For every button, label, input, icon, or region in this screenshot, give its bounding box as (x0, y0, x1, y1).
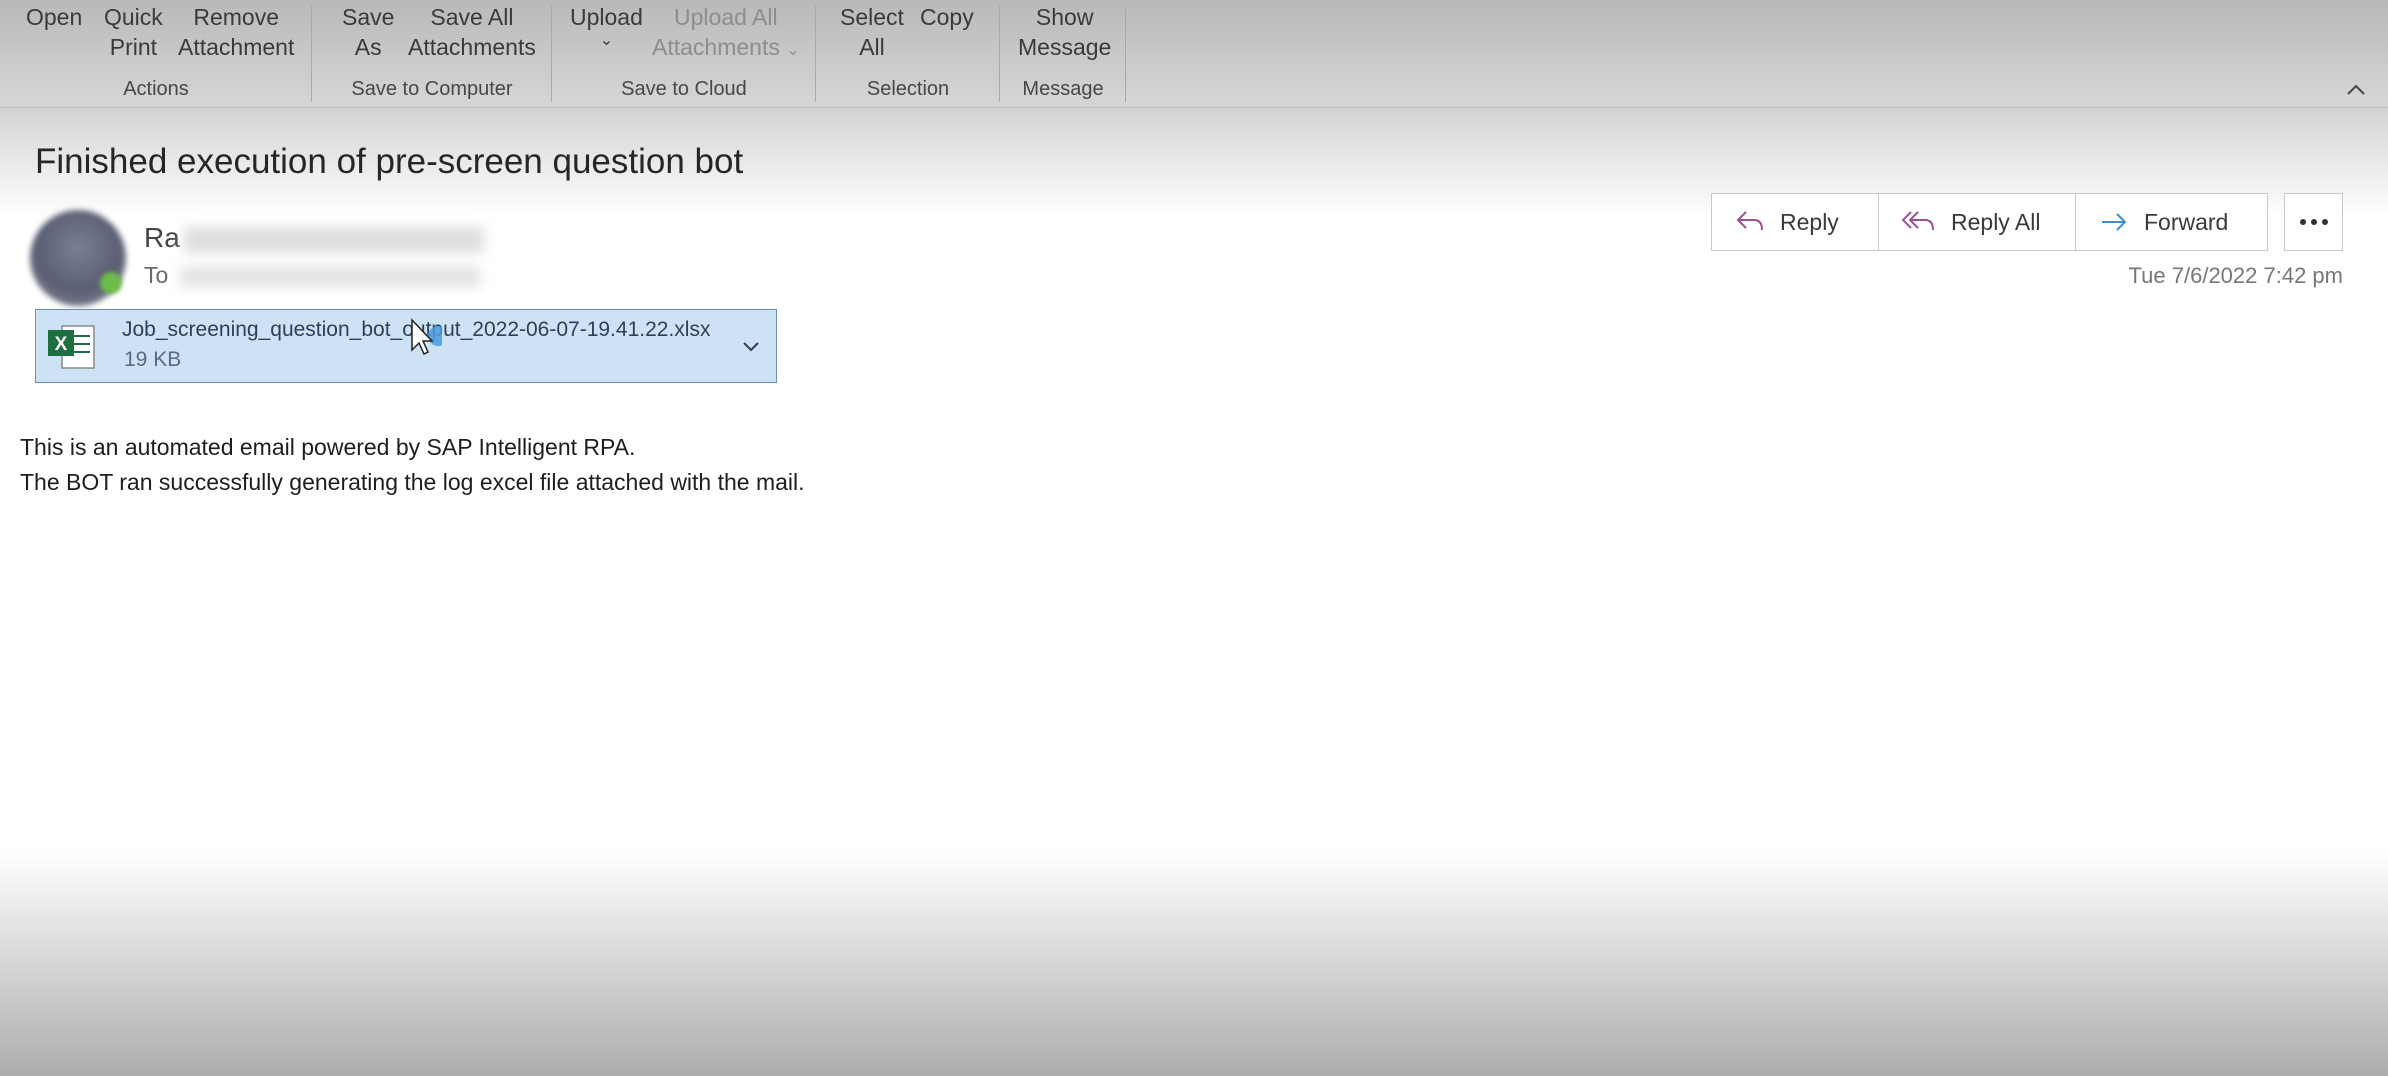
message-actions: Reply Reply All Forward (1711, 193, 2268, 251)
email-subject: Finished execution of pre-screen questio… (35, 142, 744, 181)
svg-text:X: X (55, 334, 68, 355)
remove-attachment-button[interactable]: Remove Attachment (178, 2, 294, 62)
select-all-button[interactable]: Select All (840, 2, 904, 62)
received-date: Tue 7/6/2022 7:42 pm (2128, 263, 2343, 288)
group-label-save-to-cloud: Save to Cloud (621, 78, 747, 100)
excel-file-icon: X (48, 325, 95, 369)
group-label-message: Message (1022, 78, 1104, 100)
open-button[interactable]: Open (26, 2, 82, 32)
email-body: This is an automated email powered by SA… (20, 430, 805, 500)
attachment-size: 19 KB (124, 348, 182, 371)
collapse-ribbon-icon[interactable] (2344, 78, 2368, 102)
ribbon-group-message: Show Message Message (1000, 0, 1126, 107)
sender-name-visible: Ra (144, 222, 180, 253)
chevron-down-icon: ⌄ (599, 32, 614, 49)
mouse-cursor-icon (411, 318, 442, 356)
more-actions-button[interactable] (2284, 193, 2343, 251)
upload-button[interactable]: Upload ⌄ (570, 2, 643, 50)
quick-print-button[interactable]: Quick Print (104, 2, 163, 62)
ribbon-toolbar: Open Quick Print Remove Attachment Actio… (0, 0, 2388, 108)
group-label-save-to-computer: Save to Computer (351, 78, 513, 100)
upload-all-attachments-button[interactable]: Upload All Attachments ⌄ (652, 2, 800, 62)
reply-button[interactable]: Reply (1711, 193, 1879, 251)
copy-button[interactable]: Copy (920, 2, 974, 32)
forward-icon (2102, 213, 2127, 231)
chevron-down-icon[interactable] (740, 336, 762, 358)
body-line: The BOT ran successfully generating the … (20, 469, 805, 495)
bottom-fade-overlay (0, 850, 2388, 1076)
save-all-attachments-button[interactable]: Save All Attachments (408, 2, 536, 62)
chevron-down-icon: ⌄ (786, 42, 800, 59)
forward-button[interactable]: Forward (2075, 193, 2268, 251)
recipient-line: To (144, 262, 481, 289)
save-as-button[interactable]: Save As (342, 2, 394, 62)
reply-all-button[interactable]: Reply All (1878, 193, 2076, 251)
reply-icon (1736, 211, 1763, 231)
reply-all-icon (1901, 211, 1934, 231)
more-icon (2299, 219, 2328, 225)
redacted-sender (183, 226, 484, 253)
group-divider (1125, 6, 1126, 102)
to-label: To (144, 262, 169, 288)
ribbon-group-actions: Open Quick Print Remove Attachment Actio… (0, 0, 312, 107)
ribbon-group-save-to-computer: Save As Save All Attachments Save to Com… (312, 0, 552, 107)
body-line: This is an automated email powered by SA… (20, 434, 636, 460)
attachment-card[interactable]: X Job_screening_question_bot_output_2022… (35, 309, 777, 383)
ribbon-group-save-to-cloud: Upload ⌄ Upload All Attachments ⌄ Save t… (552, 0, 816, 107)
group-label-actions: Actions (123, 78, 189, 100)
presence-indicator (100, 272, 122, 294)
sender-name[interactable]: Ra (144, 222, 484, 254)
ribbon-group-selection: Select All Copy Selection (816, 0, 1000, 107)
redacted-recipient (180, 266, 481, 287)
show-message-button[interactable]: Show Message (1018, 2, 1111, 62)
group-label-selection: Selection (866, 78, 950, 100)
